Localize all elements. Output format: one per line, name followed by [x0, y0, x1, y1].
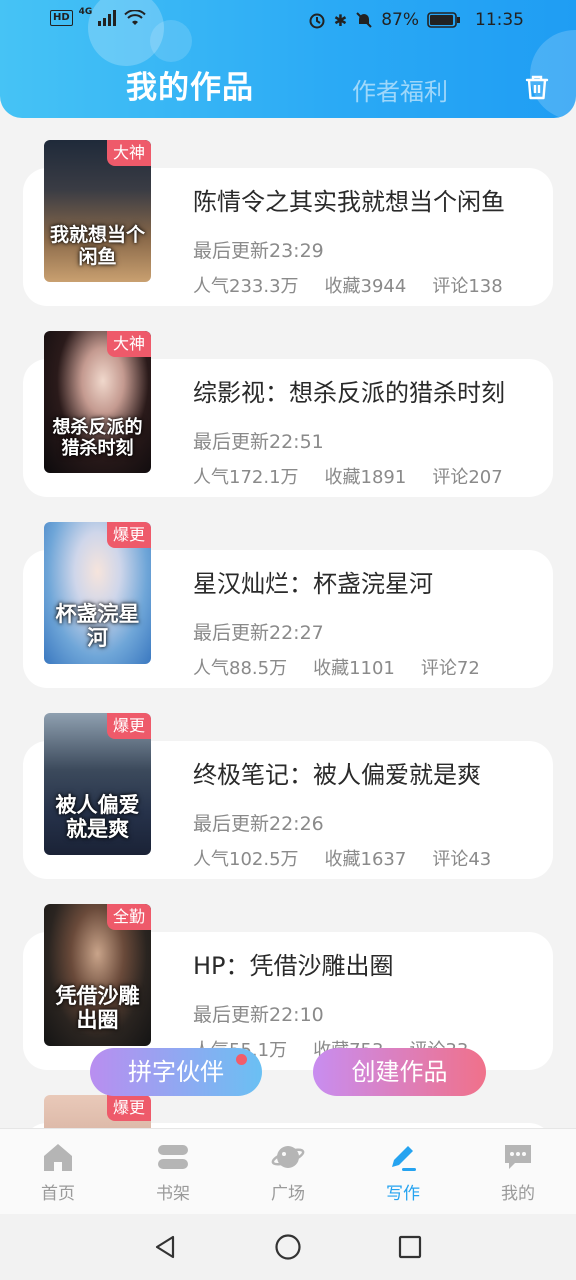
- works-list: 我就想当个闲鱼 大神 陈情令之其实我就想当个闲鱼 最后更新23:29 人气233…: [0, 118, 576, 1128]
- book-cover[interactable]: 爆更: [44, 1095, 151, 1128]
- last-updated: 最后更新22:26: [193, 813, 324, 835]
- work-title: 星汉灿烂：杯盏浣星河: [193, 570, 433, 598]
- system-nav-bar: [0, 1214, 576, 1280]
- work-title: 陈情令之其实我就想当个闲鱼: [193, 188, 505, 216]
- home-icon: [44, 1144, 72, 1171]
- last-updated: 最后更新22:51: [193, 431, 324, 453]
- cover-text: 杯盏浣星河: [55, 602, 140, 650]
- nav-label: 广场: [271, 1184, 305, 1204]
- work-title: 综影视：想杀反派的猎杀时刻: [193, 379, 505, 407]
- hd-indicator: HD: [50, 10, 73, 26]
- work-item[interactable]: 杯盏浣星河 爆更 星汉灿烂：杯盏浣星河 最后更新22:27 人气88.5万 收藏…: [0, 500, 576, 690]
- last-updated: 最后更新22:10: [193, 1004, 324, 1026]
- battery-icon: [427, 12, 460, 28]
- badge: 大神: [106, 331, 151, 357]
- status-bar: HD 4G ✱ 87% 11:35: [0, 7, 576, 36]
- nav-bookshelf[interactable]: 书架: [128, 1137, 218, 1204]
- nav-label: 首页: [41, 1184, 75, 1204]
- favorites: 收藏3944: [324, 276, 407, 297]
- tab-author-benefits[interactable]: 作者福利: [352, 72, 448, 107]
- nav-writing[interactable]: 写作: [358, 1137, 448, 1204]
- work-stats: 人气233.3万 收藏3944 评论138: [193, 272, 503, 298]
- bookshelf-icon: [158, 1145, 188, 1169]
- work-item[interactable]: 爆更: [0, 1073, 576, 1128]
- favorites: 收藏1637: [324, 849, 407, 870]
- work-item[interactable]: 我就想当个闲鱼 大神 陈情令之其实我就想当个闲鱼 最后更新23:29 人气233…: [0, 118, 576, 308]
- work-stats: 人气102.5万 收藏1637 评论43: [193, 845, 491, 871]
- book-cover[interactable]: 凭借沙雕出圈 全勤: [44, 904, 151, 1046]
- home-circle-icon[interactable]: [274, 1233, 302, 1261]
- trash-icon[interactable]: [522, 72, 552, 102]
- bluetooth-icon: ✱: [333, 10, 348, 30]
- work-stats: 人气88.5万 收藏1101 评论72: [193, 654, 480, 680]
- badge: 大神: [106, 140, 151, 166]
- nav-label: 我的: [501, 1184, 535, 1204]
- mute-icon: [356, 12, 372, 28]
- header: HD 4G ✱ 87% 11:35 我的作品 作者福利: [0, 0, 576, 118]
- create-work-button[interactable]: 创建作品: [313, 1048, 486, 1096]
- wifi-icon: [124, 10, 147, 25]
- cover-text: 想杀反派的猎杀时刻: [52, 417, 143, 459]
- book-cover[interactable]: 想杀反派的猎杀时刻 大神: [44, 331, 151, 473]
- comments: 评论138: [432, 276, 503, 297]
- badge: 爆更: [106, 522, 151, 548]
- badge: 爆更: [106, 1095, 151, 1121]
- planet-icon: [271, 1146, 305, 1168]
- bottom-nav: 首页 书架 广场 写作 我的: [0, 1128, 576, 1215]
- work-title: HP：凭借沙雕出圈: [193, 952, 394, 980]
- cover-text: 被人偏爱就是爽: [55, 793, 140, 841]
- back-icon[interactable]: [152, 1234, 178, 1260]
- popularity: 人气102.5万: [193, 849, 299, 870]
- book-cover[interactable]: 被人偏爱就是爽 爆更: [44, 713, 151, 855]
- work-stats: 人气172.1万 收藏1891 评论207: [193, 463, 503, 489]
- comments: 评论43: [432, 849, 492, 870]
- pen-icon: [392, 1146, 416, 1171]
- book-cover[interactable]: 我就想当个闲鱼 大神: [44, 140, 151, 282]
- nav-label: 写作: [386, 1184, 420, 1204]
- last-updated: 最后更新23:29: [193, 240, 324, 262]
- tab-my-works[interactable]: 我的作品: [126, 62, 254, 107]
- notification-dot: [236, 1054, 247, 1065]
- clock: 11:35: [475, 10, 524, 30]
- nav-me[interactable]: 我的: [473, 1137, 563, 1204]
- book-cover[interactable]: 杯盏浣星河 爆更: [44, 522, 151, 664]
- cover-text: 凭借沙雕出圈: [55, 984, 140, 1032]
- badge: 爆更: [106, 713, 151, 739]
- nav-label: 书架: [156, 1184, 190, 1204]
- signal-icon: [98, 10, 117, 26]
- cover-text: 我就想当个闲鱼: [50, 224, 146, 268]
- popularity: 人气172.1万: [193, 467, 299, 488]
- recents-icon[interactable]: [397, 1234, 423, 1260]
- popularity: 人气233.3万: [193, 276, 299, 297]
- work-item[interactable]: 想杀反派的猎杀时刻 大神 综影视：想杀反派的猎杀时刻 最后更新22:51 人气1…: [0, 309, 576, 499]
- last-updated: 最后更新22:27: [193, 622, 324, 644]
- work-item[interactable]: 凭借沙雕出圈 全勤 HP：凭借沙雕出圈 最后更新22:10 人气55.1万 收藏…: [0, 882, 576, 1072]
- favorites: 收藏1891: [324, 467, 407, 488]
- nav-plaza[interactable]: 广场: [243, 1137, 333, 1204]
- network-label: 4G: [78, 7, 93, 17]
- popularity: 人气88.5万: [193, 658, 288, 679]
- alarm-icon: [309, 13, 325, 29]
- work-title: 终极笔记：被人偏爱就是爽: [193, 761, 481, 789]
- chat-bubble-icon: [505, 1145, 531, 1169]
- battery-percent: 87%: [381, 10, 419, 30]
- comments: 评论72: [420, 658, 480, 679]
- work-item[interactable]: 被人偏爱就是爽 爆更 终极笔记：被人偏爱就是爽 最后更新22:26 人气102.…: [0, 691, 576, 881]
- comments: 评论207: [432, 467, 503, 488]
- nav-home[interactable]: 首页: [13, 1137, 103, 1204]
- badge: 全勤: [106, 904, 151, 930]
- favorites: 收藏1101: [313, 658, 395, 679]
